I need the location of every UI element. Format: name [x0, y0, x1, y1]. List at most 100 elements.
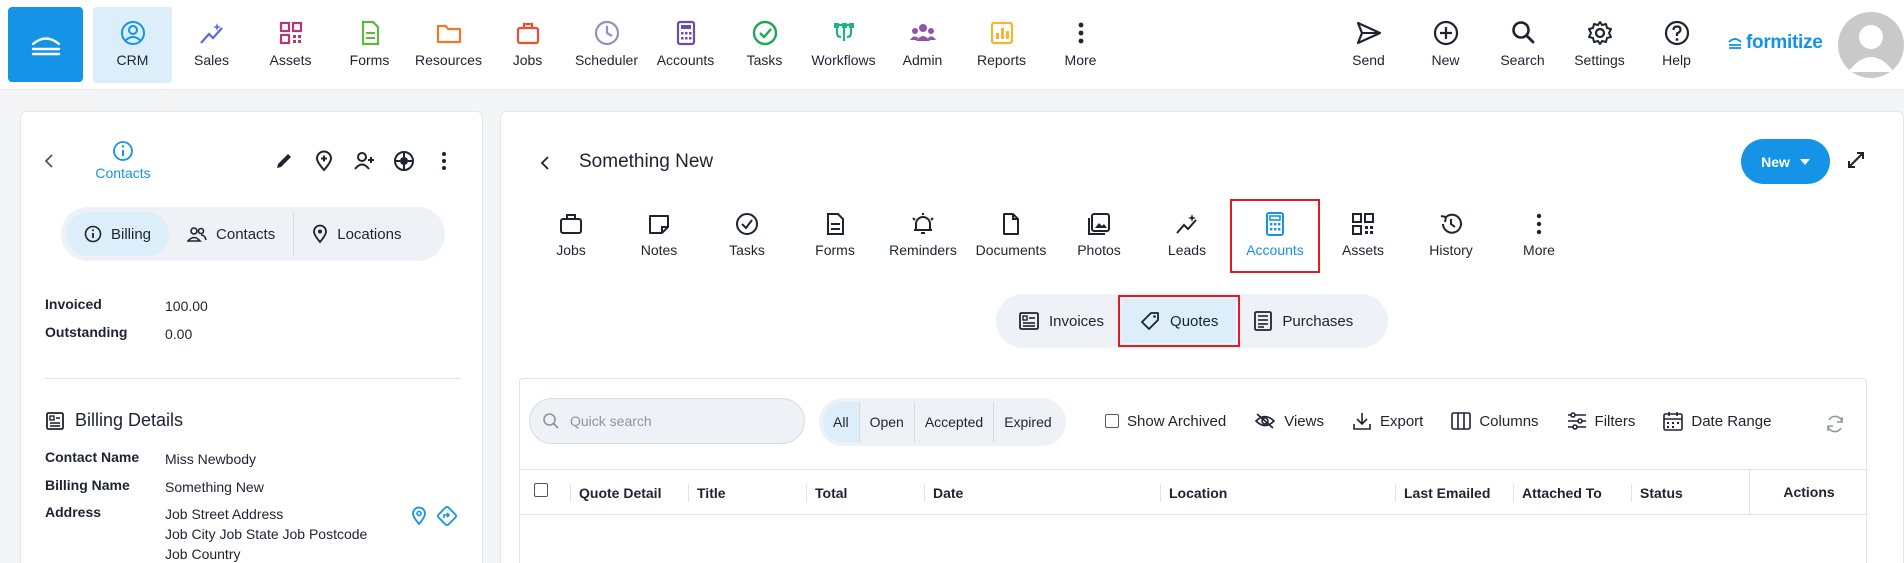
nav-new[interactable]: New	[1407, 7, 1484, 83]
col-last-emailed[interactable]: Last Emailed	[1395, 484, 1490, 502]
tab-more[interactable]: More	[1495, 200, 1583, 272]
info-icon	[113, 141, 133, 161]
filter-expired[interactable]: Expired	[994, 402, 1061, 442]
dial-button[interactable]	[391, 148, 417, 174]
contact-name-row: Contact Name Miss Newbody	[45, 449, 256, 469]
nav-more[interactable]: More	[1041, 7, 1120, 83]
directions-icon[interactable]	[437, 506, 457, 526]
date-range-button[interactable]: Date Range	[1663, 411, 1771, 431]
nav-admin[interactable]: Admin	[883, 7, 962, 83]
columns-button[interactable]: Columns	[1451, 412, 1539, 430]
send-icon	[1356, 21, 1381, 45]
record-tabs: Jobs Notes Tasks Forms Reminders Documen…	[527, 199, 1583, 273]
jobs-icon	[516, 22, 539, 45]
views-button[interactable]: Views	[1254, 412, 1324, 430]
nav-send[interactable]: Send	[1330, 7, 1407, 83]
nav-forms[interactable]: Forms	[330, 7, 409, 83]
col-quote-detail[interactable]: Quote Detail	[570, 484, 661, 502]
nav-assets[interactable]: Assets	[251, 7, 330, 83]
nav-search-label: Search	[1500, 52, 1545, 68]
sales-icon	[199, 23, 223, 44]
refresh-button[interactable]	[1825, 414, 1845, 439]
divider	[45, 378, 460, 379]
user-avatar[interactable]	[1838, 12, 1904, 78]
nav-scheduler[interactable]: Scheduler	[567, 7, 646, 83]
history-icon	[1440, 213, 1462, 234]
purchase-icon	[1254, 311, 1273, 331]
tab-photos[interactable]: Photos	[1055, 200, 1143, 272]
nav-workflows[interactable]: Workflows	[804, 7, 883, 83]
subtab-purchases[interactable]: Purchases	[1236, 299, 1371, 343]
info-icon	[84, 225, 102, 243]
tab-leads[interactable]: Leads	[1143, 200, 1231, 272]
export-button[interactable]: Export	[1352, 411, 1423, 431]
contact-name-label: Contact Name	[45, 449, 140, 465]
filter-open[interactable]: Open	[860, 402, 915, 442]
add-location-button[interactable]	[311, 148, 337, 174]
col-attached-to[interactable]: Attached To	[1513, 484, 1602, 502]
nav-jobs[interactable]: Jobs	[488, 7, 567, 83]
nav-crm[interactable]: CRM	[93, 7, 172, 83]
tab-locations[interactable]: Locations	[294, 212, 419, 256]
tab-billing[interactable]: Billing	[66, 212, 170, 256]
help-icon	[1664, 20, 1689, 46]
form-icon	[827, 213, 844, 235]
address-actions	[411, 506, 457, 526]
brand-logo[interactable]: formitize	[1727, 32, 1823, 54]
nav-sales[interactable]: Sales	[172, 7, 251, 83]
edit-button[interactable]	[271, 148, 297, 174]
show-archived-checkbox[interactable]	[1105, 414, 1119, 428]
nav-accounts[interactable]: Accounts	[646, 7, 725, 83]
tab-notes-label: Notes	[640, 242, 678, 258]
map-pin-icon[interactable]	[411, 506, 427, 526]
tab-reminders[interactable]: Reminders	[879, 200, 967, 272]
select-all-checkbox[interactable]	[534, 483, 548, 497]
nav-help[interactable]: Help	[1638, 7, 1715, 83]
add-person-icon	[354, 152, 374, 170]
col-total[interactable]: Total	[806, 484, 847, 502]
col-location[interactable]: Location	[1160, 484, 1227, 502]
address-value: Job Street Address Job City Job State Jo…	[165, 504, 367, 563]
chevron-left-icon	[540, 156, 549, 170]
nav-search[interactable]: Search	[1484, 7, 1561, 83]
back-button[interactable]	[539, 154, 551, 177]
tab-tasks[interactable]: Tasks	[703, 200, 791, 272]
expand-button[interactable]	[1846, 150, 1866, 175]
filter-all[interactable]: All	[823, 402, 860, 442]
tab-accounts[interactable]: Accounts	[1230, 199, 1320, 273]
chevron-left-icon	[44, 154, 53, 168]
nav-reports[interactable]: Reports	[962, 7, 1041, 83]
subtab-quotes[interactable]: Quotes	[1118, 295, 1241, 347]
col-title[interactable]: Title	[688, 484, 726, 502]
tab-forms[interactable]: Forms	[791, 200, 879, 272]
new-button[interactable]: New	[1741, 139, 1830, 184]
add-contact-button[interactable]	[351, 148, 377, 174]
col-status[interactable]: Status	[1631, 484, 1683, 502]
tab-leads-label: Leads	[1167, 242, 1207, 258]
nav-resources[interactable]: Resources	[409, 7, 488, 83]
filter-accepted[interactable]: Accepted	[915, 402, 995, 442]
download-icon	[1353, 413, 1371, 430]
table-header: Quote Detail Title Total Date Location L…	[520, 469, 1868, 515]
filters-button[interactable]: Filters	[1567, 412, 1635, 430]
more-actions-button[interactable]	[431, 148, 457, 174]
home-button[interactable]	[8, 7, 83, 82]
tab-documents[interactable]: Documents	[967, 200, 1055, 272]
accounts-subtabs: Invoices Quotes Purchases	[996, 294, 1388, 348]
tab-jobs[interactable]: Jobs	[527, 200, 615, 272]
tab-assets-label: Assets	[1341, 242, 1384, 258]
nav-settings[interactable]: Settings	[1561, 7, 1638, 83]
nav-tasks[interactable]: Tasks	[725, 7, 804, 83]
search-input[interactable]: Quick search	[529, 398, 805, 444]
tab-notes[interactable]: Notes	[615, 200, 703, 272]
col-date[interactable]: Date	[924, 484, 963, 502]
subtab-invoices[interactable]: Invoices	[1001, 299, 1122, 343]
tab-assets[interactable]: Assets	[1319, 200, 1407, 272]
back-button[interactable]	[43, 152, 55, 175]
tab-contacts[interactable]: Contacts	[169, 212, 293, 256]
show-archived-toggle[interactable]: Show Archived	[1105, 413, 1226, 430]
contact-summary-panel: Contacts Billing Contacts Locations Invo…	[20, 111, 483, 563]
tab-history[interactable]: History	[1407, 200, 1495, 272]
table-toolbar: Show Archived Views Export Columns Filte…	[1105, 411, 1799, 431]
contacts-link[interactable]: Contacts	[73, 140, 173, 181]
